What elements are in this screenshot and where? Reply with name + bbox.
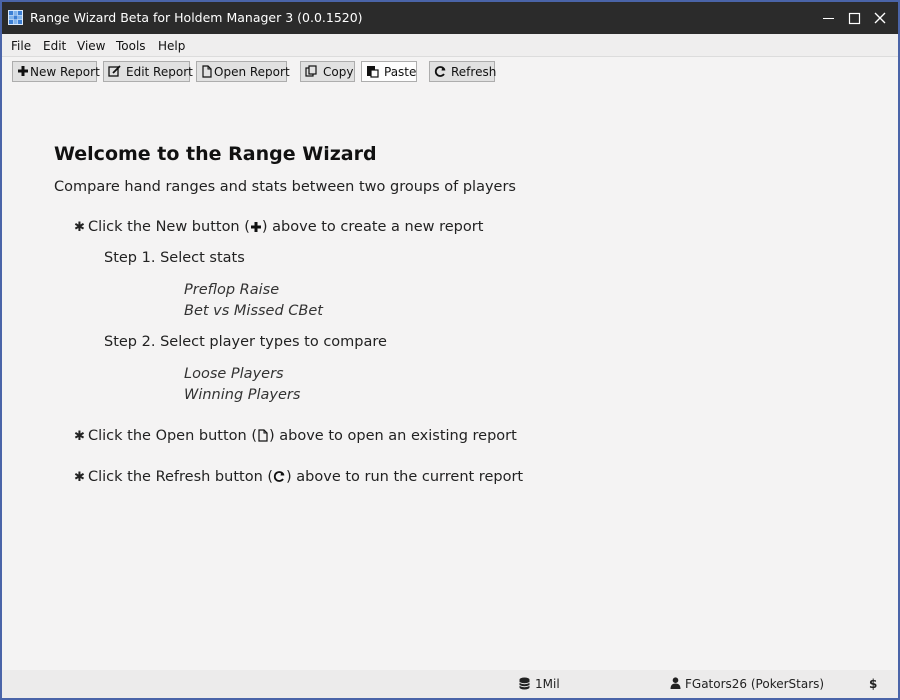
step-1-label: Step 1. Select stats (104, 250, 245, 266)
paste-icon (367, 66, 379, 78)
database-label[interactable]: 1Mil (535, 677, 560, 691)
instruction-refresh: ✱ Click the Refresh button ( ) above to ru… (74, 469, 523, 485)
refresh-button[interactable]: Refresh (429, 61, 497, 82)
bullet-icon: ✱ (74, 220, 85, 235)
instruction-new-text-end: ) above to create a new report (261, 219, 484, 235)
menu-view[interactable]: View (77, 39, 105, 53)
instruction-open-text-end: ) above to open an existing report (269, 428, 517, 444)
refresh-icon (273, 471, 285, 482)
title-bar[interactable]: Range Wizard Beta for Holdem Manager 3 (… (2, 2, 898, 34)
minimize-icon (823, 18, 834, 19)
open-report-button[interactable]: Open Report (196, 61, 290, 82)
page-title: Welcome to the Range Wizard (54, 143, 377, 165)
menu-file[interactable]: File (11, 39, 31, 53)
copy-label: Copy (323, 65, 354, 79)
app-window: Range Wizard Beta for Holdem Manager 3 (… (0, 0, 900, 700)
edit-report-label: Edit Report (126, 65, 193, 79)
welcome-panel: Welcome to the Range Wizard Compare hand… (2, 88, 898, 670)
menu-help[interactable]: Help (158, 39, 185, 53)
refresh-label: Refresh (451, 65, 497, 79)
step-2-label: Step 2. Select player types to compare (104, 334, 387, 350)
edit-report-button[interactable]: Edit Report (103, 61, 193, 82)
plus-icon (18, 66, 28, 76)
open-report-label: Open Report (214, 65, 290, 79)
player-type-item: Winning Players (184, 387, 301, 403)
instruction-new-text-start: Click the New button ( (88, 219, 250, 235)
user-icon[interactable] (670, 677, 681, 689)
currency-indicator[interactable]: $ (869, 677, 877, 691)
instruction-new: ✱ Click the New button ( ) above to create… (74, 219, 483, 235)
toolbar: New Report Edit Report Open Report Copy … (2, 57, 898, 87)
status-bar: 1Mil FGators26 (PokerStars) $ (2, 670, 898, 698)
instruction-refresh-text-start: Click the Refresh button ( (88, 469, 274, 485)
maximize-icon (848, 12, 861, 25)
close-icon (874, 12, 886, 24)
new-report-button[interactable]: New Report (12, 61, 100, 82)
paste-label: Paste (384, 65, 417, 79)
player-label[interactable]: FGators26 (PokerStars) (685, 677, 824, 691)
bullet-icon: ✱ (74, 470, 85, 485)
maximize-button[interactable] (840, 2, 868, 34)
stat-item: Preflop Raise (184, 282, 280, 298)
window-title: Range Wizard Beta for Holdem Manager 3 (… (30, 10, 363, 25)
refresh-icon (434, 66, 446, 77)
file-icon (202, 65, 212, 78)
edit-icon (108, 65, 121, 77)
database-icon[interactable] (519, 677, 530, 690)
menu-tools[interactable]: Tools (116, 39, 146, 53)
stat-item: Bet vs Missed CBet (184, 303, 323, 319)
instruction-open-text-start: Click the Open button ( (88, 428, 257, 444)
app-grid-icon (8, 10, 23, 25)
menu-bar: File Edit View Tools Help (2, 34, 898, 57)
instruction-open: ✱ Click the Open button ( ) above to open … (74, 428, 517, 444)
copy-button[interactable]: Copy (300, 61, 355, 82)
player-type-item: Loose Players (184, 366, 284, 382)
close-button[interactable] (866, 2, 894, 34)
paste-button[interactable]: Paste (361, 61, 417, 82)
minimize-button[interactable] (814, 2, 842, 34)
menu-edit[interactable]: Edit (43, 39, 66, 53)
page-subtitle: Compare hand ranges and stats between tw… (54, 179, 516, 195)
copy-icon (305, 65, 317, 77)
file-icon (258, 429, 268, 442)
bullet-icon: ✱ (74, 429, 85, 444)
plus-icon (250, 222, 261, 232)
new-report-label: New Report (30, 65, 100, 79)
instruction-refresh-text-end: ) above to run the current report (286, 469, 524, 485)
